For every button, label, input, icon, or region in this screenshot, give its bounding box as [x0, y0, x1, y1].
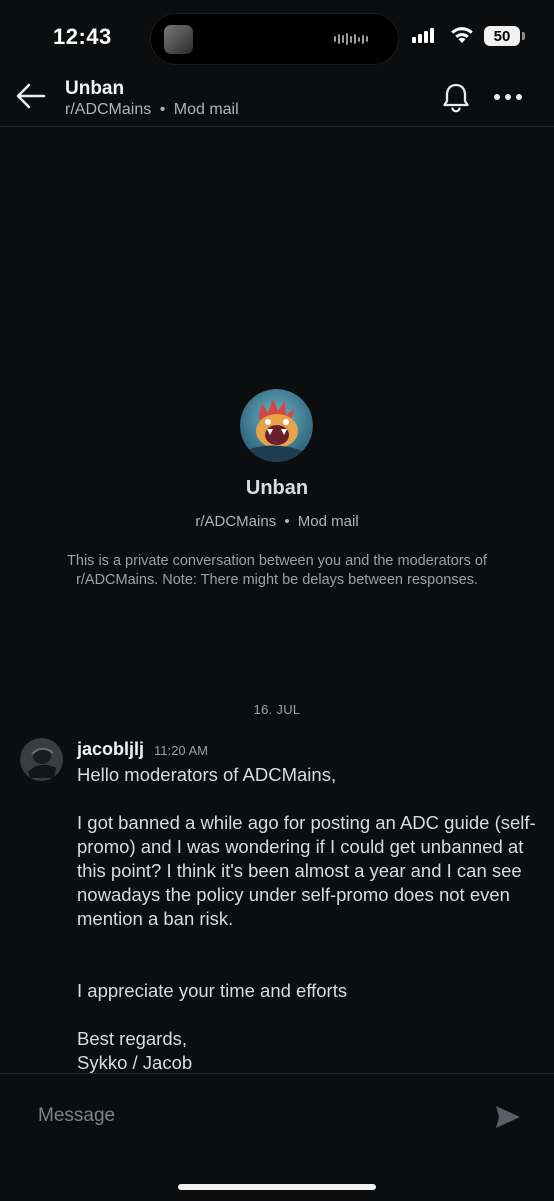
- message-paragraph: I appreciate your time and efforts: [77, 980, 348, 1001]
- intro-title: Unban: [245, 477, 309, 499]
- more-horizontal-icon: [494, 94, 522, 100]
- dynamic-island: [151, 14, 398, 64]
- back-button[interactable]: [14, 81, 48, 111]
- bell-icon: [443, 83, 469, 113]
- conversation-title: Unban: [65, 78, 125, 99]
- subreddit-link[interactable]: r/ADCMains: [65, 101, 151, 118]
- wifi-icon: [451, 27, 473, 43]
- message-paragraph: Best regards, Sykko / Jacob: [77, 1028, 193, 1073]
- audio-waveform-icon: [334, 33, 368, 45]
- avatar[interactable]: [20, 738, 63, 781]
- intro-subreddit[interactable]: r/ADCMains: [195, 513, 276, 530]
- message-body: Hello moderators of ADCMains, I got bann…: [77, 763, 537, 1075]
- status-bar: 12:43 50: [0, 0, 554, 75]
- battery-indicator: 50: [484, 26, 520, 46]
- now-playing-artwork: [164, 25, 193, 54]
- message-paragraph: I got banned a while ago for posting an …: [77, 812, 536, 929]
- date-separator: 16. JUL: [253, 702, 301, 717]
- intro-context: Mod mail: [297, 513, 359, 530]
- conversation-context: Mod mail: [173, 101, 239, 118]
- conversation-header: Unban r/ADCMains • Mod mail: [0, 75, 554, 127]
- message-timestamp: 11:20 AM: [154, 743, 208, 758]
- intro-description: This is a private conversation between y…: [67, 553, 487, 588]
- message-composer: [0, 1073, 554, 1201]
- message-author[interactable]: jacobljlj: [77, 739, 144, 760]
- more-options-button[interactable]: [492, 87, 524, 107]
- arrow-left-icon: [16, 83, 46, 109]
- notifications-button[interactable]: [440, 81, 472, 115]
- battery-nub: [522, 32, 525, 40]
- message-paragraph: Hello moderators of ADCMains,: [77, 764, 337, 785]
- conversation-subtitle: r/ADCMains • Mod mail: [65, 101, 239, 119]
- separator-dot: •: [284, 513, 290, 530]
- message-input[interactable]: [18, 1090, 478, 1142]
- send-button[interactable]: [494, 1103, 522, 1131]
- subreddit-avatar: [240, 389, 313, 462]
- separator-dot: •: [159, 101, 166, 118]
- home-indicator[interactable]: [178, 1184, 376, 1190]
- intro-subtitle: r/ADCMains • Mod mail: [0, 513, 554, 530]
- send-icon: [496, 1106, 520, 1128]
- cellular-signal-icon: [412, 28, 434, 43]
- status-time: 12:43: [53, 24, 112, 49]
